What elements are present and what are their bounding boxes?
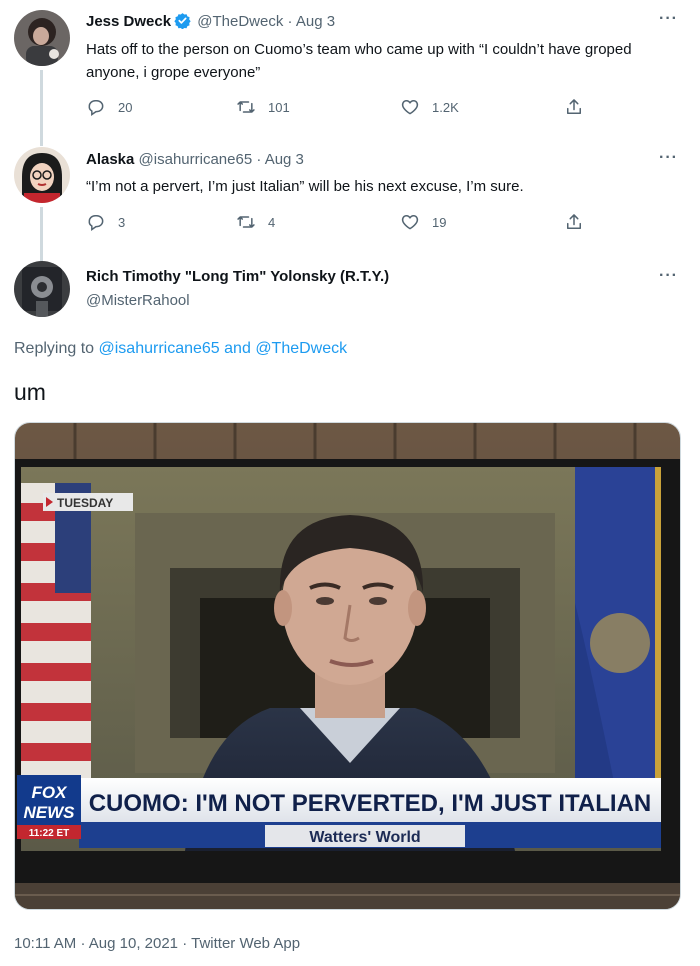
separator: · <box>80 935 86 952</box>
reply-icon <box>88 100 104 116</box>
avatar[interactable] <box>14 261 70 317</box>
reply-button[interactable]: 20 <box>86 97 132 117</box>
retweet-icon <box>237 101 255 113</box>
tweet-date[interactable]: Aug 3 <box>265 151 304 168</box>
tweet-text: “I’m not a pervert, I’m just Italian” wi… <box>86 178 524 195</box>
retweet-button[interactable]: 101 <box>236 97 290 117</box>
retweet-count: 4 <box>268 214 276 230</box>
tweet-full-date[interactable]: Aug 10, 2021 <box>89 935 178 952</box>
tweet-handle-row: @MisterRahool <box>86 292 190 309</box>
more-icon[interactable]: ··· <box>659 149 678 167</box>
mention-link[interactable]: @TheDweck <box>255 340 347 357</box>
reply-count: 3 <box>118 214 126 230</box>
tweet-header: Rich Timothy "Long Tim" Yolonsky (R.T.Y.… <box>86 268 389 285</box>
share-icon <box>567 99 581 114</box>
retweet-count: 101 <box>268 99 290 115</box>
show-name: Watters' World <box>309 829 420 846</box>
reply-icon <box>88 215 104 231</box>
like-icon <box>401 215 419 230</box>
tweet-time[interactable]: 10:11 AM <box>14 935 76 952</box>
news-headline: CUOMO: I'M NOT PERVERTED, I'M JUST ITALI… <box>89 790 652 817</box>
tweet-media-image[interactable]: TUESDAY CUOMO: I'M NOT PERVERTED, I'M JU… <box>14 422 681 910</box>
network-logo-line1: FOX <box>32 783 69 802</box>
retweet-icon <box>237 216 255 228</box>
main-tweet-text: um <box>14 379 46 405</box>
separator: · <box>256 151 262 168</box>
replying-to: Replying to @isahurricane65 and @TheDwec… <box>14 340 347 358</box>
like-button[interactable]: 1.2K <box>400 97 459 117</box>
tweet-actions: 20 101 1.2K <box>86 97 596 121</box>
separator: · <box>182 935 188 952</box>
time-tag: 11:22 ET <box>29 828 70 839</box>
reply-button[interactable]: 3 <box>86 212 125 232</box>
display-name[interactable]: Alaska <box>86 151 134 168</box>
verified-badge-icon <box>174 12 191 30</box>
replying-and: and <box>224 340 251 357</box>
share-button[interactable] <box>564 97 584 117</box>
more-icon[interactable]: ··· <box>659 267 678 285</box>
handle[interactable]: @MisterRahool <box>86 292 190 309</box>
tweet-metadata: 10:11 AM · Aug 10, 2021 · Twitter Web Ap… <box>14 935 300 952</box>
handle[interactable]: @TheDweck <box>197 13 283 30</box>
tweet-text: Hats off to the person on Cuomo’s team w… <box>86 41 632 81</box>
tweet-alaska[interactable]: Alaska @isahurricane65 · Aug 3 ··· “I’m … <box>0 140 700 255</box>
tweet-jess-dweck[interactable]: Jess Dweck @TheDweck · Aug 3 ··· Hats of… <box>0 0 700 140</box>
tweet-header: Alaska @isahurricane65 · Aug 3 <box>86 151 304 168</box>
tv-day-tag: TUESDAY <box>57 496 113 510</box>
tweet-source[interactable]: Twitter Web App <box>191 935 300 952</box>
tweet-actions: 3 4 19 <box>86 212 596 236</box>
avatar[interactable] <box>14 10 70 66</box>
display-name[interactable]: Rich Timothy "Long Tim" Yolonsky (R.T.Y.… <box>86 268 389 285</box>
tweet-header: Jess Dweck @TheDweck · Aug 3 <box>86 12 335 30</box>
display-name[interactable]: Jess Dweck <box>86 13 171 30</box>
like-count: 19 <box>432 214 447 230</box>
like-icon <box>401 100 419 115</box>
more-icon[interactable]: ··· <box>659 10 678 28</box>
reply-count: 20 <box>118 99 133 115</box>
share-icon <box>567 214 581 229</box>
separator: · <box>287 13 293 30</box>
replying-to-label: Replying to <box>14 340 95 357</box>
mention-link[interactable]: @isahurricane65 <box>99 340 220 357</box>
like-button[interactable]: 19 <box>400 212 446 232</box>
avatar[interactable] <box>14 147 70 203</box>
share-button[interactable] <box>564 212 584 232</box>
like-count: 1.2K <box>432 99 459 115</box>
network-logo-line2: NEWS <box>24 803 76 822</box>
retweet-button[interactable]: 4 <box>236 212 275 232</box>
handle[interactable]: @isahurricane65 <box>139 151 253 168</box>
tweet-date[interactable]: Aug 3 <box>296 13 335 30</box>
